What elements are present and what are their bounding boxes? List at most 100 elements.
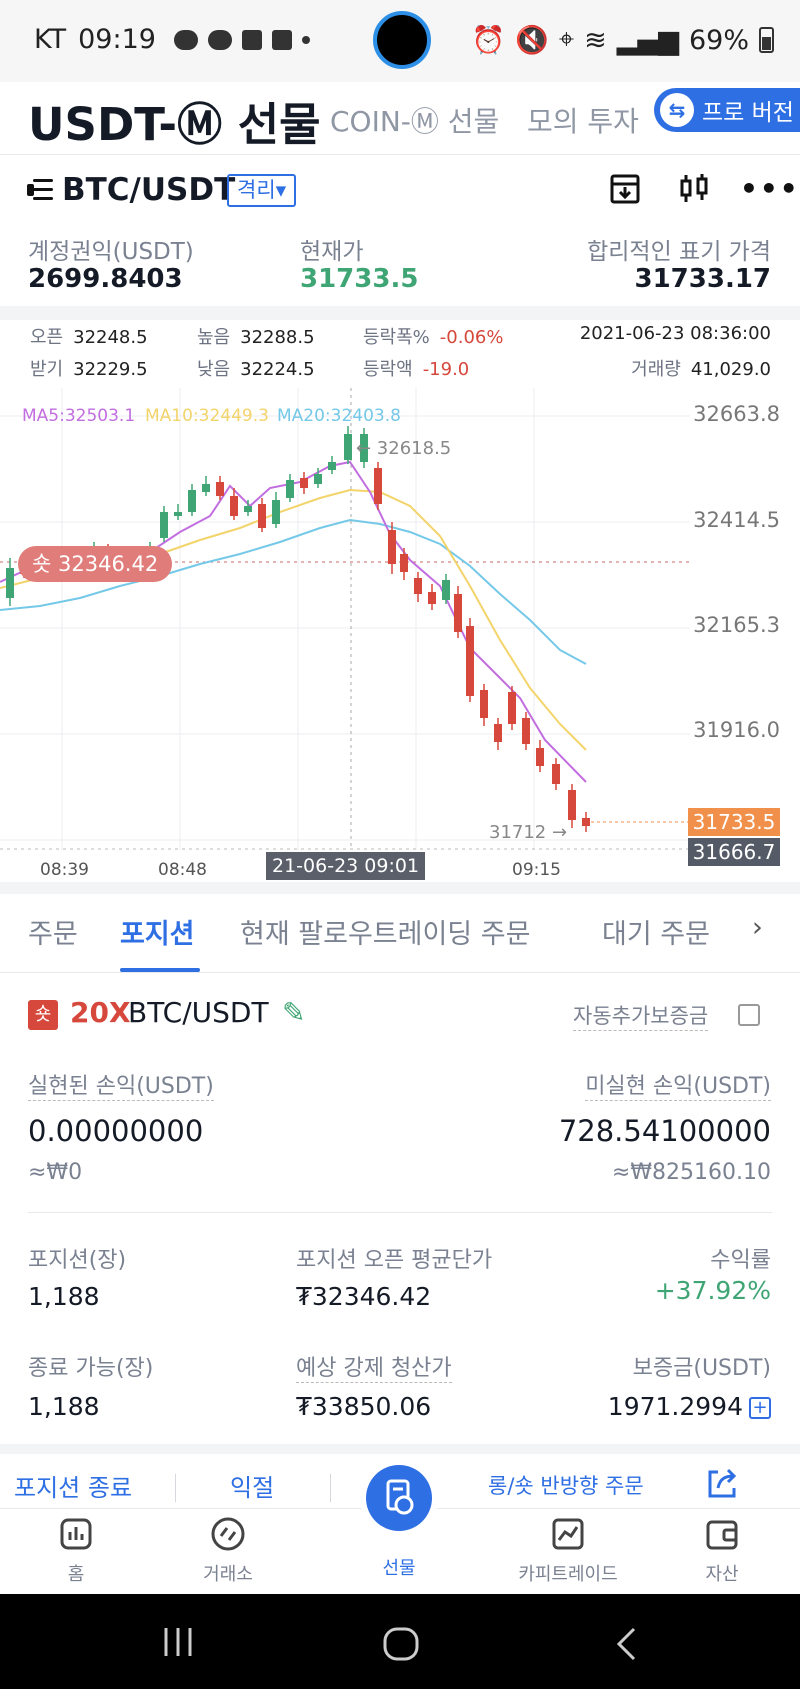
status-right: ⏰ 🔇 ⌖ ≋ ▂▄▆ 69% — [472, 24, 774, 56]
candle-body — [536, 748, 544, 766]
ma20-label: MA20:32403.8 — [277, 406, 401, 426]
candle-body — [6, 568, 14, 598]
tab-copy-trading-orders[interactable]: 현재 팔로우트레이딩 주문 — [240, 912, 530, 951]
candle-body — [230, 496, 238, 516]
swap-icon: ⇆ — [660, 93, 694, 127]
candle-body — [314, 474, 322, 484]
recent-apps-icon[interactable] — [160, 1626, 196, 1658]
share-icon[interactable] — [704, 1466, 740, 1502]
wallet-icon — [706, 1520, 738, 1550]
roe-label: 수익률 — [710, 1248, 771, 1273]
short-entry-tag[interactable]: 숏 32346.42 — [18, 546, 173, 582]
ohlc-low: 낮음 32224.5 — [197, 359, 315, 380]
unrealized-pnl-label: 미실현 손익(USDT) — [585, 1068, 771, 1101]
nav-copy-trade-label: 카피트레이드 — [518, 1564, 618, 1585]
ma5-label: MA5:32503.1 — [22, 406, 136, 426]
leverage[interactable]: 20X — [70, 996, 131, 1029]
ohlc-change: 등락액 -19.0 — [363, 359, 470, 380]
divider — [0, 154, 800, 155]
margin-label: 보증금(USDT) — [632, 1356, 771, 1381]
candle-body — [328, 462, 336, 470]
candle-body — [400, 554, 408, 572]
signal-icon: ▂▄▆ — [616, 24, 679, 56]
back-icon[interactable] — [614, 1626, 638, 1662]
candle-body — [216, 482, 224, 496]
avg-price-label: 포지션 오픈 평균단가 — [296, 1248, 493, 1273]
tab-pending-orders[interactable]: 대기 주문 — [602, 912, 710, 951]
copy-trade-icon — [552, 1518, 584, 1550]
position-size-label: 포지션(장) — [28, 1248, 127, 1273]
nav-assets[interactable]: 자산 — [672, 1516, 772, 1586]
candle-body — [188, 490, 196, 512]
margin-mode-select[interactable]: 격리▾ — [227, 174, 297, 207]
closable-value: 1,188 — [28, 1392, 100, 1421]
equity-value: 2699.8403 — [28, 264, 183, 294]
nav-home[interactable]: 홈 — [26, 1516, 126, 1586]
candle-body — [568, 790, 576, 820]
camera-cutout — [373, 11, 431, 69]
edit-icon[interactable]: ✎ — [282, 996, 305, 1029]
candlestick-settings-icon[interactable] — [677, 172, 711, 206]
candle-body — [466, 626, 474, 696]
candle-body — [428, 592, 436, 604]
chevron-right-icon[interactable]: › — [752, 912, 763, 943]
futures-fab[interactable] — [366, 1465, 432, 1531]
candle-body — [582, 818, 590, 826]
unrealized-pnl-krw: ≈₩825160.10 — [611, 1160, 771, 1185]
battery-level: 69% — [688, 24, 749, 56]
reverse-order-button[interactable]: 롱/숏 반방향 주문 — [488, 1470, 644, 1500]
nav-copy-trade[interactable]: 카피트레이드 — [518, 1516, 618, 1586]
divider — [0, 882, 800, 894]
time-axis-label: 08:39 — [40, 860, 89, 880]
add-margin-icon[interactable]: + — [749, 1397, 771, 1419]
page-title[interactable]: USDT-Ⓜ 선물 — [28, 88, 321, 153]
ohlc-change-pct: 등락폭% -0.06% — [363, 327, 504, 348]
time-axis-label: 08:48 — [158, 860, 207, 880]
time-axis-label: 09:15 — [512, 860, 561, 880]
home-button-icon[interactable] — [382, 1626, 420, 1662]
location-icon: ⌖ — [558, 24, 575, 55]
candlestick-chart[interactable] — [0, 388, 800, 888]
ma10-label: MA10:32449.3 — [145, 406, 269, 426]
ohlc-close: 받기 32229.5 — [30, 359, 148, 380]
app-root: KT 09:19 ⏰ 🔇 ⌖ ≋ ▂▄▆ 69% USDT-Ⓜ 선물 COIN-… — [0, 0, 800, 1689]
pair-menu-icon[interactable] — [27, 179, 53, 201]
notification-icons — [173, 29, 310, 50]
header: USDT-Ⓜ 선물 COIN-Ⓜ 선물 모의 투자 ⇆ 프로 버전 — [0, 82, 800, 154]
candle-body — [258, 504, 266, 528]
candle-body — [272, 500, 280, 524]
ma10-line — [0, 488, 587, 751]
nav-futures[interactable]: 선물 — [349, 1546, 449, 1580]
close-position-button[interactable]: 포지션 종료 — [14, 1468, 132, 1503]
talk-icon — [173, 29, 198, 50]
download-icon[interactable] — [608, 172, 642, 206]
equity-label: 계정권익(USDT) — [28, 239, 194, 265]
auto-margin-checkbox[interactable] — [738, 1004, 760, 1026]
price-axis-label: 32663.8 — [693, 402, 780, 426]
candle-body — [160, 512, 168, 538]
take-profit-button[interactable]: 익절 — [230, 1468, 274, 1503]
tab-position[interactable]: 포지션 — [120, 912, 195, 951]
closable-label: 종료 가능(장) — [28, 1356, 154, 1381]
pro-version-button[interactable]: ⇆ 프로 버전 — [654, 88, 800, 132]
candle-body — [174, 512, 182, 516]
mark-price-label: 합리적인 표기 가격 — [587, 239, 771, 265]
divider — [0, 972, 800, 973]
pill-icon — [271, 29, 292, 50]
candle-body — [480, 690, 488, 718]
nav-exchange[interactable]: 거래소 — [178, 1516, 278, 1586]
tab-coin-futures[interactable]: COIN-Ⓜ 선물 — [330, 100, 499, 140]
high-annotation: ← 32618.5 — [356, 438, 452, 459]
pro-version-label: 프로 버전 — [702, 100, 794, 126]
candle-body — [244, 506, 252, 512]
tab-order[interactable]: 주문 — [28, 912, 78, 951]
pair-name[interactable]: BTC/USDT — [62, 172, 235, 208]
tab-demo-trading[interactable]: 모의 투자 — [527, 100, 639, 140]
more-icon[interactable]: ••• — [740, 172, 800, 205]
chart-icon — [241, 29, 262, 50]
candle-body — [508, 692, 516, 724]
roe-value: +37.92% — [654, 1276, 771, 1305]
crosshair-time-label: 21-06-23 09:01 — [266, 852, 426, 880]
nav-futures-label: 선물 — [382, 1558, 416, 1579]
exchange-icon — [211, 1517, 245, 1551]
